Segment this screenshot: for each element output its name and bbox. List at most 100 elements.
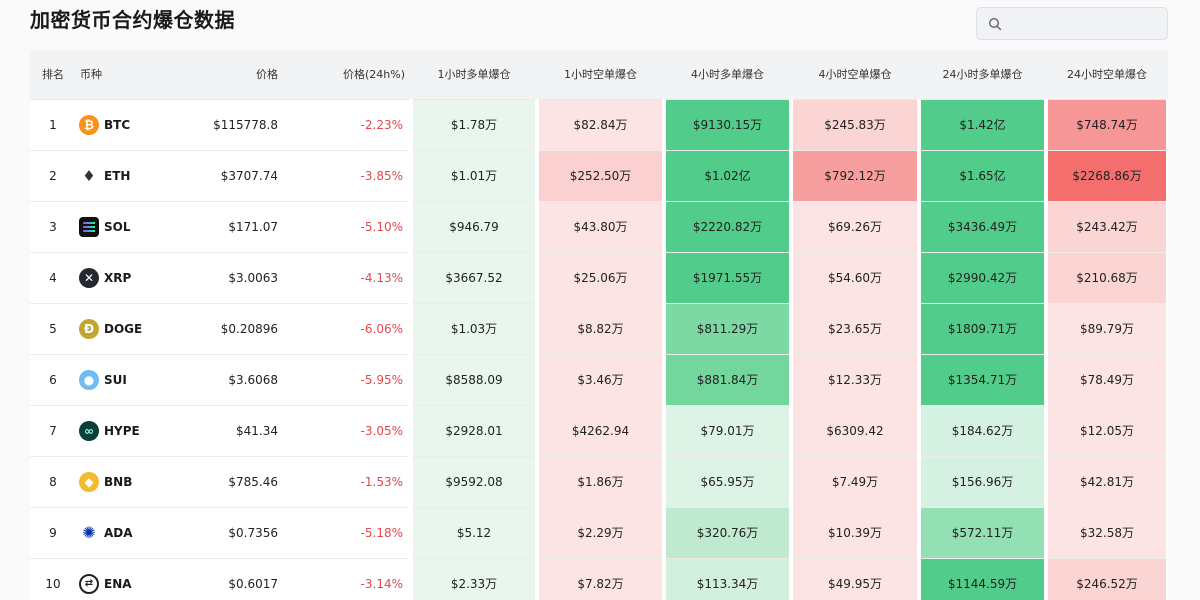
coin-cell[interactable]: ∞ HYPE [76,405,146,456]
coin-cell[interactable]: ₿ BTC [76,99,146,150]
price-cell: $171.07 [228,219,278,234]
cardano-icon: ✺ [79,522,99,543]
table-row[interactable]: 2 ♦ ETH $3707.74 -3.85% $1.01万 $252.50万 $1.02亿 $… [30,150,1168,201]
liquidation-4h-long-cell: $79.01万 [662,405,793,456]
search-box[interactable] [976,7,1168,40]
col-header-4h-long[interactable]: 4小时多单爆仓 [664,50,791,100]
col-header-24h-long[interactable]: 24小时多单爆仓 [919,50,1046,100]
table-row[interactable]: 9 ✺ ADA $0.7356 -5.18% $5.12 $2.29万 $320.76万 $10… [30,507,1168,558]
liquidation-24h-long-cell: $156.96万 [917,456,1048,507]
table-row[interactable]: 7 ∞ HYPE $41.34 -3.05% $2928.01 $4262.94 $79.01… [30,405,1168,456]
liquidation-1h-short-cell: $252.50万 [535,150,666,201]
rank-cell: 6 [49,372,57,387]
price-cell: $3.0063 [228,270,278,285]
coin-symbol: ADA [104,525,133,540]
liquidation-24h-long-cell: $1.42亿 [917,99,1048,150]
table-row[interactable]: 10 ⇄ ENA $0.6017 -3.14% $2.33万 $7.82万 $113.34万 $… [30,558,1168,600]
table-row[interactable]: 4 ✕ XRP $3.0063 -4.13% $3667.52 $25.06万 $1971.5… [30,252,1168,303]
liquidation-24h-short-cell: $748.74万 [1044,99,1168,150]
change-24h-cell: -5.10% [360,219,403,234]
coin-symbol: BTC [104,117,131,132]
col-header-change-24h[interactable]: 价格(24h%) [284,50,411,100]
liquidation-4h-short-cell: $12.33万 [789,354,921,405]
col-header-coin[interactable]: 币种 [76,50,146,100]
liquidation-24h-long-cell: $1809.71万 [917,303,1048,354]
liquidation-4h-long-cell: $320.76万 [662,507,793,558]
price-cell: $3.6068 [228,372,278,387]
sui-icon: ● [79,369,99,390]
price-cell: $41.34 [236,423,278,438]
liquidation-1h-short-cell: $43.80万 [535,201,666,252]
col-header-4h-short[interactable]: 4小时空单爆仓 [791,50,919,100]
liquidation-4h-long-cell: $1971.55万 [662,252,793,303]
rank-cell: 1 [49,117,57,132]
coin-cell[interactable]: ♦ ETH [76,150,146,201]
change-24h-cell: -5.95% [360,372,403,387]
liquidation-1h-short-cell: $25.06万 [535,252,666,303]
liquidation-1h-long-cell: $946.79 [409,201,539,252]
col-header-24h-short[interactable]: 24小时空单爆仓 [1046,50,1168,100]
coin-cell[interactable]: ✕ XRP [76,252,146,303]
liquidation-4h-long-cell: $9130.15万 [662,99,793,150]
liquidation-1h-long-cell: $1.01万 [409,150,539,201]
table-row[interactable]: 3 SOL $171.07 -5.10% $946.79 $43.80万 $2220.82万… [30,201,1168,252]
search-input[interactable] [1009,12,1159,36]
liquidation-4h-long-cell: $113.34万 [662,558,793,600]
liquidation-24h-long-cell: $2990.42万 [917,252,1048,303]
hyperliquid-icon: ∞ [79,420,99,441]
liquidation-4h-short-cell: $54.60万 [789,252,921,303]
rank-cell: 3 [49,219,57,234]
liquidation-24h-short-cell: $42.81万 [1044,456,1168,507]
coin-cell[interactable]: ● SUI [76,354,146,405]
liquidation-1h-short-cell: $1.86万 [535,456,666,507]
coin-symbol: BNB [104,474,133,489]
rank-cell: 2 [49,168,57,183]
liquidation-4h-long-cell: $881.84万 [662,354,793,405]
liquidation-1h-long-cell: $5.12 [409,507,539,558]
table-row[interactable]: 5 Ð DOGE $0.20896 -6.06% $1.03万 $8.82万 $811.29万… [30,303,1168,354]
col-header-price[interactable]: 价格 [146,50,284,100]
coin-cell[interactable]: SOL [76,201,146,252]
price-cell: $0.7356 [228,525,278,540]
coin-cell[interactable]: ✺ ADA [76,507,146,558]
liquidation-1h-long-cell: $9592.08 [409,456,539,507]
col-header-1h-short[interactable]: 1小时空单爆仓 [537,50,664,100]
coin-symbol: HYPE [104,423,140,438]
liquidation-24h-short-cell: $78.49万 [1044,354,1168,405]
ethena-icon: ⇄ [79,573,99,594]
liquidation-4h-short-cell: $7.49万 [789,456,921,507]
liquidation-24h-short-cell: $246.52万 [1044,558,1168,600]
bitcoin-icon: ₿ [79,114,99,135]
liquidation-4h-short-cell: $792.12万 [789,150,921,201]
coin-cell[interactable]: Ð DOGE [76,303,146,354]
page-title: 加密货币合约爆仓数据 [30,8,235,32]
liquidation-24h-long-cell: $1144.59万 [917,558,1048,600]
liquidation-1h-long-cell: $8588.09 [409,354,539,405]
price-cell: $0.20896 [220,321,278,336]
change-24h-cell: -1.53% [360,474,403,489]
liquidation-4h-long-cell: $2220.82万 [662,201,793,252]
liquidation-1h-long-cell: $2928.01 [409,405,539,456]
xrp-icon: ✕ [79,267,99,288]
bnb-icon: ◆ [79,471,99,492]
change-24h-cell: -5.18% [360,525,403,540]
col-header-1h-long[interactable]: 1小时多单爆仓 [411,50,537,100]
table-row[interactable]: 1 ₿ BTC $115778.8 -2.23% $1.78万 $82.84万 $9130.1… [30,99,1168,150]
table-row[interactable]: 6 ● SUI $3.6068 -5.95% $8588.09 $3.46万 $881.84万… [30,354,1168,405]
liquidation-4h-short-cell: $6309.42 [789,405,921,456]
coin-cell[interactable]: ◆ BNB [76,456,146,507]
liquidation-1h-short-cell: $7.82万 [535,558,666,600]
liquidation-1h-short-cell: $3.46万 [535,354,666,405]
coin-cell[interactable]: ⇄ ENA [76,558,146,600]
liquidation-24h-long-cell: $572.11万 [917,507,1048,558]
change-24h-cell: -3.85% [360,168,403,183]
col-header-rank[interactable]: 排名 [30,50,76,100]
table-row[interactable]: 8 ◆ BNB $785.46 -1.53% $9592.08 $1.86万 $65.95万 $… [30,456,1168,507]
price-cell: $3707.74 [220,168,278,183]
price-cell: $115778.8 [213,117,278,132]
liquidation-24h-short-cell: $210.68万 [1044,252,1168,303]
change-24h-cell: -6.06% [360,321,403,336]
ethereum-icon: ♦ [79,165,99,186]
liquidation-4h-long-cell: $65.95万 [662,456,793,507]
rank-cell: 8 [49,474,57,489]
